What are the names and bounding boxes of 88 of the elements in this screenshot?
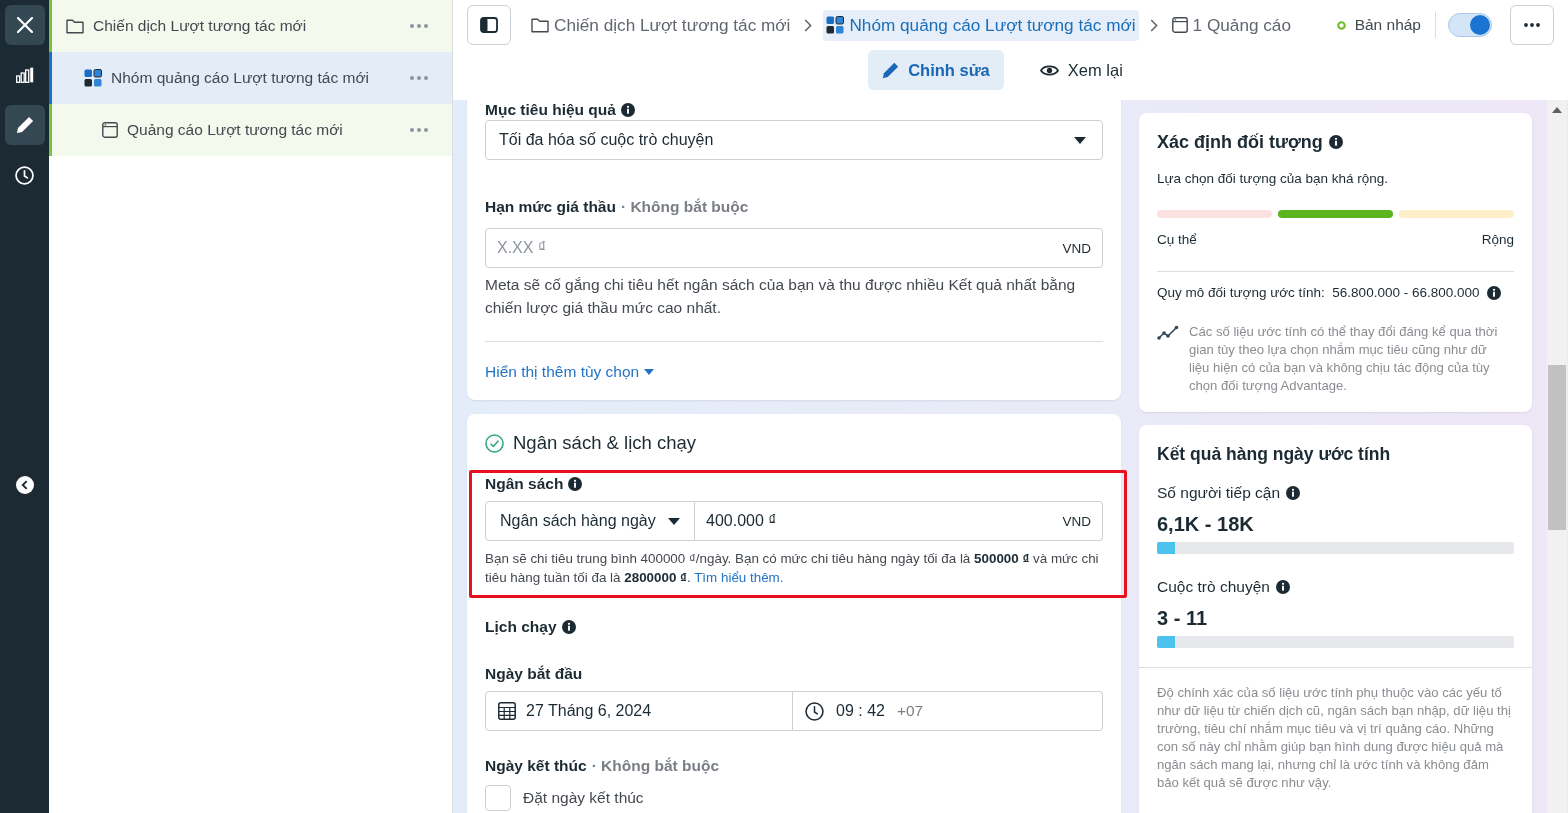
scrollbar-track[interactable] — [1547, 100, 1567, 813]
more-icon — [1524, 23, 1540, 27]
scroll-up-arrow-icon[interactable] — [1552, 107, 1562, 113]
grid-icon — [84, 69, 102, 87]
caret-icon — [644, 368, 655, 375]
optional-hint: · Không bắt buộc — [620, 198, 749, 216]
disclaimer-text: Các số liệu ước tính có thể thay đổi đáng kể qua thời gian tùy theo lựa chọn nhắm mục tiêu cũng như dữ liệu hiện có của bạn và không chịu tác động của tùy chọn đối tượng Advantage. — [1189, 323, 1499, 395]
date-field[interactable]: 27 Tháng 6, 2024 — [485, 691, 793, 731]
bar-chart-icon — [15, 67, 34, 83]
info-icon[interactable] — [568, 477, 583, 491]
metric-value: 6,1K - 18K — [1157, 512, 1255, 536]
card-title: Ngân sách & lịch chạy — [513, 431, 697, 455]
grid-icon — [826, 16, 845, 34]
info-icon[interactable] — [561, 620, 576, 634]
budget-amount-field[interactable]: 400.000 ₫ VND — [695, 501, 1103, 541]
sidebar-icon — [480, 17, 498, 33]
info-icon[interactable] — [1286, 486, 1301, 500]
field-label: Ngày kết thúc — [485, 757, 587, 775]
currency-label: VND — [1062, 240, 1091, 256]
caret-icon — [668, 517, 680, 525]
clock-icon — [15, 165, 34, 185]
timezone-label: +07 — [896, 702, 924, 720]
status-label: Bản nháp — [1354, 16, 1421, 34]
collapse-button[interactable] — [15, 476, 34, 494]
scrollbar-thumb[interactable] — [1548, 365, 1566, 530]
gauge-min-label: Cụ thể — [1157, 231, 1197, 249]
info-icon[interactable] — [1328, 135, 1343, 149]
info-icon[interactable] — [1275, 580, 1290, 594]
status-dot-icon — [1336, 20, 1346, 30]
pencil-icon — [15, 116, 34, 134]
caret-icon — [1074, 136, 1086, 144]
metric-label: Số người tiếp cận — [1157, 483, 1281, 503]
close-button[interactable] — [4, 5, 45, 45]
breadcrumb-link[interactable]: Chiến dịch Lượt tương tác mới — [528, 9, 794, 41]
learn-more-link[interactable]: Tìm hiểu thêm. — [694, 570, 784, 585]
folder-icon — [66, 18, 84, 34]
currency-label: VND — [1062, 513, 1091, 529]
chevron-left-icon — [21, 480, 28, 490]
pencil-icon — [882, 61, 900, 79]
card-title: Xác định đối tượng — [1157, 131, 1323, 154]
metric-label: Cuộc trò chuyện — [1157, 577, 1270, 597]
more-icon[interactable] — [410, 76, 428, 80]
checkbox-label: Đặt ngày kết thúc — [523, 789, 644, 807]
tree-item[interactable]: Nhóm quảng cáo Lượt tương tác mới — [49, 52, 452, 104]
toggle-switch[interactable] — [1448, 13, 1492, 37]
window-icon — [102, 122, 118, 138]
field-label: Hạn mức giá thầu — [485, 198, 616, 216]
field-label: Ngân sách — [485, 475, 564, 493]
disclaimer-text: Độ chính xác của số liệu ước tính phụ thuộc vào các yếu tố như dữ liệu từ chiến dịch cũ, ngân sách bạn nhập, dữ liệu thị trường, tiêu chí nhắm mục tiêu và vị trí quảng cáo. Những con số này chỉ nhằm giúp bạn hình dung được hiệu quả mà ngân sách mang lại, nhưng chỉ là ước tính và không đảm bảo kết quả sẽ được như vậy. — [1157, 684, 1512, 792]
rail-button[interactable] — [4, 105, 45, 145]
clock-icon — [805, 701, 824, 721]
more-button[interactable] — [1510, 5, 1554, 45]
folder-icon — [531, 17, 549, 33]
trend-line-icon — [1157, 325, 1179, 341]
help-text: Meta sẽ cố gắng chi tiêu hết ngân sách của bạn và thu được nhiều Kết quả nhất bằng chiến lược giá thầu mức cao nhất. — [485, 275, 1077, 318]
optional-hint: · Không bắt buộc — [591, 757, 720, 775]
more-icon[interactable] — [410, 24, 428, 28]
field-label: Ngày bắt đầu — [485, 665, 583, 683]
breadcrumb-link[interactable]: Nhóm quảng cáo Lượt tương tác mới — [823, 9, 1139, 41]
audience-summary: Lựa chọn đối tượng của bạn khá rộng. — [1157, 170, 1390, 188]
info-icon[interactable] — [1487, 286, 1502, 300]
tree-item[interactable]: Quảng cáo Lượt tương tác mới — [49, 104, 452, 156]
chevron-right-icon — [804, 18, 813, 32]
budget-type-dropdown[interactable]: Ngân sách hàng ngày — [485, 501, 695, 541]
tree-item[interactable]: Chiến dịch Lượt tương tác mới — [49, 0, 452, 52]
more-icon[interactable] — [410, 128, 428, 132]
window-icon — [1171, 17, 1188, 33]
info-icon[interactable] — [620, 102, 635, 117]
budget-note: Bạn sẽ chi tiêu trung bình 400000 ₫/ngày. Bạn có mức chi tiêu hàng ngày tối đa là 500000 ₫ và mức chi tiêu hàng tuần tối đa là 2800000 ₫. Tìm hiểu thêm. — [485, 550, 1100, 587]
bid-cap-field[interactable]: X.XX ₫ VND — [485, 228, 1103, 268]
metric-value: 3 - 11 — [1157, 606, 1209, 630]
panel-toggle-button[interactable] — [467, 5, 511, 45]
chevron-right-icon — [1149, 18, 1158, 32]
card-title: Kết quả hàng ngày ước tính — [1157, 443, 1391, 466]
time-field[interactable]: 09 : 42 +07 — [793, 691, 1103, 731]
calendar-icon — [498, 702, 516, 720]
field-label: Lịch chạy — [485, 618, 557, 636]
gauge-max-label: Rộng — [1481, 231, 1514, 249]
close-icon — [16, 17, 33, 33]
audience-size: Quy mô đối tượng ước tính: 56.800.000 - 66.800.000 — [1157, 284, 1480, 302]
show-more-link[interactable]: Hiển thị thêm tùy chọn — [485, 362, 655, 381]
tab[interactable]: Xem lại — [1025, 50, 1137, 90]
breadcrumb-link[interactable]: 1 Quảng cáo — [1168, 9, 1294, 41]
checkbox[interactable] — [485, 785, 511, 811]
goal-dropdown[interactable]: Tối đa hóa số cuộc trò chuyện — [485, 120, 1103, 160]
field-label: Mục tiêu hiệu quả — [485, 100, 616, 119]
tab[interactable]: Chỉnh sửa — [868, 50, 1004, 90]
eye-icon — [1039, 63, 1059, 77]
